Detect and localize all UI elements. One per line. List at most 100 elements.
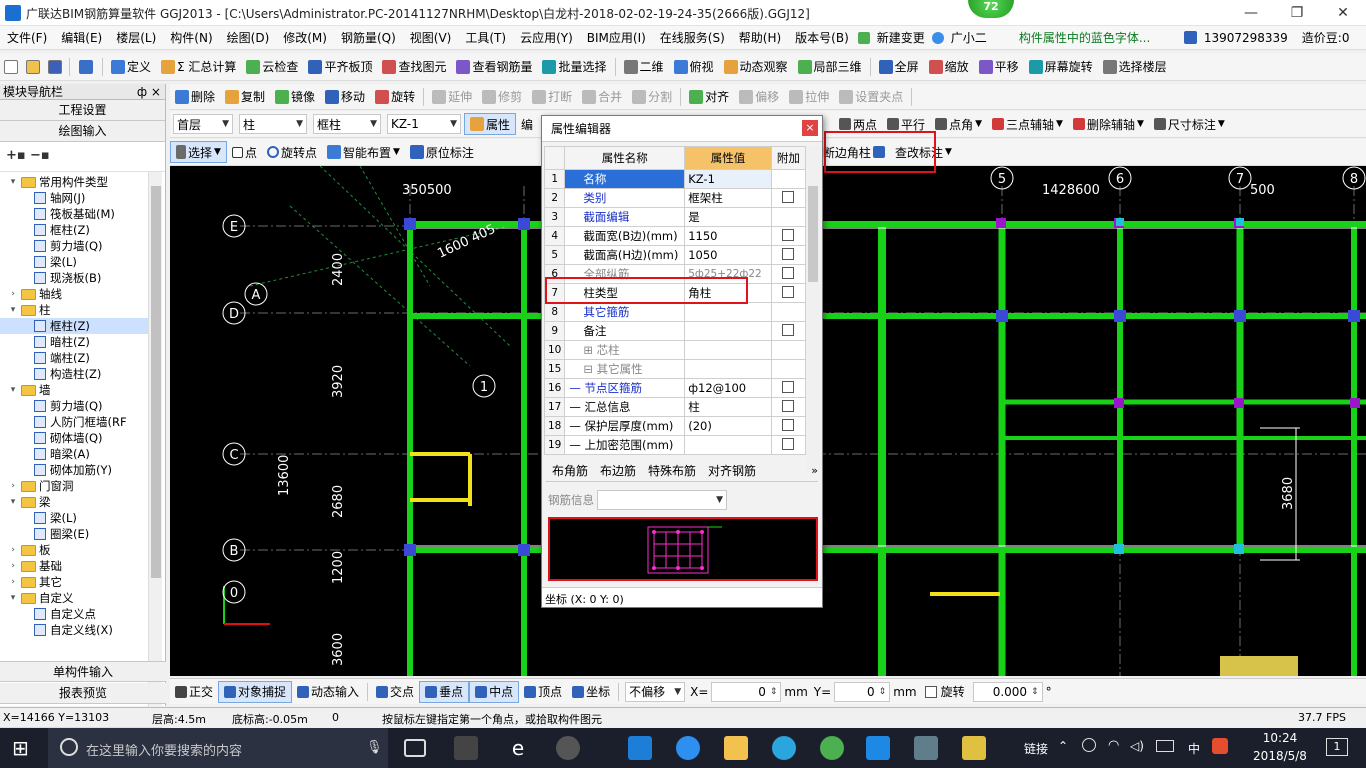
snap-item-6[interactable]: 顶点 [519,680,567,704]
tree-scrollbar[interactable] [148,172,162,727]
tree-folder-8[interactable]: ▾ 柱 [0,302,148,318]
rebar-tab-1[interactable]: 布边筋 [594,462,642,479]
menu-item-1[interactable]: 编辑(E) [54,26,109,50]
edge-old-icon[interactable]: e [506,736,530,760]
rebar-tab-0[interactable]: 布角筋 [546,462,594,479]
update-icon[interactable] [820,736,844,760]
toolbar2-item-7[interactable]: 打断 [527,85,577,109]
tree-item-3[interactable]: 框柱(Z) [0,222,148,238]
single-component-button[interactable]: 单构件输入 [0,661,166,682]
x-input[interactable]: 0 ⇕ [711,681,782,702]
close-icon[interactable]: ✕ [1320,0,1366,26]
menu-item-13[interactable]: 版本号(B) [788,26,856,50]
menu-item-4[interactable]: 绘图(D) [220,26,277,50]
property-row-9[interactable]: 9 备注 [543,321,807,341]
snap-item-4[interactable]: 垂点 [419,680,470,703]
property-row-15[interactable]: 15 ⊟ 其它属性 [543,359,807,379]
draw-input-button[interactable]: 绘图输入 [0,121,165,142]
windows-start-icon[interactable]: ⊞ [12,736,36,760]
tree-toggle-icon[interactable]: ▾ [8,494,18,510]
user-phone[interactable]: 13907298339 [1197,26,1295,50]
undo-icon[interactable] [79,59,93,74]
tree-item-18[interactable]: 砌体加筋(Y) [0,462,148,478]
notes-icon[interactable] [962,736,986,760]
extra-checkbox[interactable] [782,437,795,450]
ime-indicator[interactable]: 中 [1188,740,1200,757]
menu-item-11[interactable]: 在线服务(S) [653,26,732,50]
type-select[interactable]: 柱 ▼ [239,114,307,134]
toolbar1-item-14[interactable]: 屏幕旋转 [1024,55,1098,79]
offset-select[interactable]: 不偏移 ▼ [625,681,686,702]
property-value[interactable]: 1050 [684,245,772,265]
property-value[interactable]: 柱 [684,397,772,417]
extra-checkbox[interactable] [782,323,795,336]
toolbar1-item-9[interactable]: 动态观察 [719,55,793,79]
menu-item-5[interactable]: 修改(M) [276,26,334,50]
property-name[interactable]: — 上加密范围(mm) [564,435,686,455]
dialog-close-icon[interactable]: × [802,120,818,136]
badge-counter[interactable]: 72 [968,0,1014,18]
property-row-18[interactable]: 18— 保护层厚度(mm) (20) [543,416,807,436]
toolbar1-item-7[interactable]: 二维 [619,55,669,79]
tree-item-21[interactable]: 梁(L) [0,510,148,526]
property-row-19[interactable]: 19— 上加密范围(mm) [543,435,807,455]
tree-item-9[interactable]: 框柱(Z) [0,318,148,334]
snap-item-0[interactable]: 正交 [170,680,218,704]
section-preview[interactable] [548,517,818,581]
toolbar3-tool-3[interactable]: 三点辅轴 ▼ [987,112,1068,136]
snap-item-2[interactable]: 动态输入 [292,680,364,704]
tree-toggle-icon[interactable]: ▾ [8,382,18,398]
glodon-g-icon[interactable] [772,736,796,760]
property-name[interactable]: 备注 [564,321,686,341]
more-tabs-icon[interactable]: » [811,464,818,477]
notice-text[interactable]: 构件属性中的蓝色字体... [1012,26,1178,50]
minimize-icon[interactable]: — [1228,0,1274,26]
property-value[interactable] [684,435,772,455]
tree-item-22[interactable]: 圈梁(E) [0,526,148,542]
toolbar2-item-9[interactable]: 分割 [627,85,677,109]
property-value[interactable] [684,302,772,322]
menu-item-10[interactable]: BIM应用(I) [580,26,653,50]
explorer-icon[interactable] [724,736,748,760]
snap-item-3[interactable]: 交点 [371,680,419,704]
property-name[interactable]: — 汇总信息 [564,397,686,417]
property-row-8[interactable]: 8 其它箍筋 [543,302,807,322]
sogou-icon[interactable] [1212,738,1228,754]
property-value[interactable] [684,359,772,379]
task-view-icon[interactable] [404,739,426,757]
property-name[interactable]: 其它箍筋 [564,302,686,322]
toolbar1-item-3[interactable]: 平齐板顶 [303,55,377,79]
clock-time[interactable]: 10:24 [1250,731,1310,745]
menu-item-12[interactable]: 帮助(H) [732,26,788,50]
toolbar1-item-12[interactable]: 缩放 [924,55,974,79]
menu-item-0[interactable]: 文件(F) [0,26,54,50]
extra-checkbox[interactable] [782,380,795,393]
toolbar2-item-2[interactable]: 镜像 [270,85,320,109]
toolbar1-item-6[interactable]: 批量选择 [537,55,611,79]
toolbar3-tool-4[interactable]: 删除辅轴 ▼ [1068,112,1149,136]
in-place-mark-button[interactable]: 原位标注 [405,140,479,164]
point-button[interactable]: 点 [227,140,262,164]
ie-icon[interactable] [676,736,700,760]
property-name[interactable]: — 保护层厚度(mm) [564,416,686,436]
wifi-icon[interactable]: ◠ [1108,738,1119,753]
property-row-16[interactable]: 16— 节点区箍筋 ф12@100 [543,378,807,398]
tree-item-27[interactable]: 自定义点 [0,606,148,622]
tree-item-12[interactable]: 构造柱(Z) [0,366,148,382]
open-file-icon[interactable] [26,59,40,74]
toolbar1-item-15[interactable]: 选择楼层 [1098,55,1172,79]
rebar-tab-3[interactable]: 对齐钢筋 [702,462,762,479]
property-value[interactable]: KZ-1 [684,169,772,189]
toolbar1-item-11[interactable]: 全屏 [874,55,924,79]
rotate-checkbox[interactable] [924,685,937,698]
tree-folder-24[interactable]: › 基础 [0,558,148,574]
property-name[interactable]: — 节点区箍筋 [564,378,686,398]
property-name[interactable]: 名称 [564,169,686,189]
property-row-10[interactable]: 10 ⊞ 芯柱 [543,340,807,360]
notification-icon[interactable]: 1 [1326,738,1348,756]
extra-checkbox[interactable] [782,285,795,298]
property-name[interactable]: ⊟ 其它属性 [564,359,686,379]
menu-item-7[interactable]: 视图(V) [403,26,459,50]
table-scrollbar[interactable] [806,146,820,472]
extra-checkbox[interactable] [782,247,795,260]
